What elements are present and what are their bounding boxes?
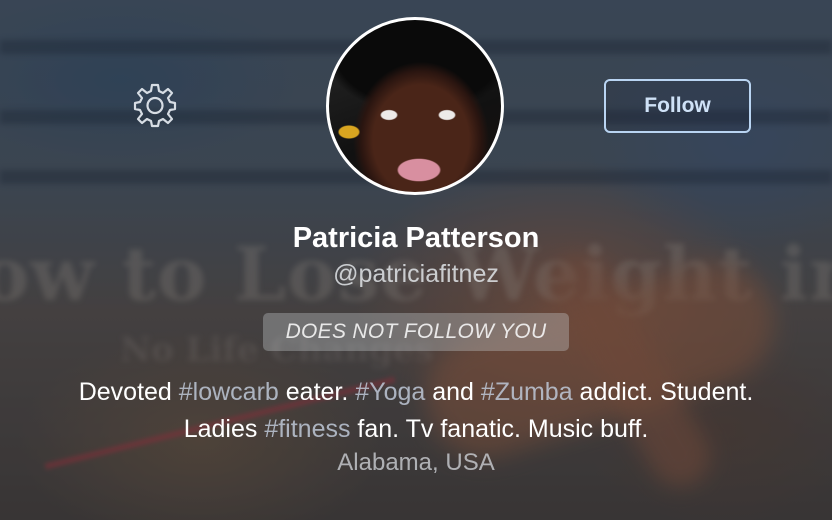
- hashtag-link[interactable]: #Zumba: [481, 378, 573, 406]
- bio-text: fan. Tv fanatic. Music buff.: [350, 415, 649, 443]
- hashtag-link[interactable]: #fitness: [264, 415, 350, 443]
- settings-button[interactable]: [132, 82, 178, 133]
- profile-handle[interactable]: @patriciafitnez: [0, 260, 832, 289]
- bio-text: and: [425, 378, 481, 406]
- bio-line-2: Ladies #fitness fan. Tv fanatic. Music b…: [0, 411, 832, 448]
- follows-you-badge: DOES NOT FOLLOW YOU: [263, 313, 569, 351]
- bio-text: Ladies: [183, 415, 265, 443]
- avatar[interactable]: [326, 17, 504, 195]
- profile-name: Patricia Patterson: [292, 222, 540, 254]
- bio-line-1: Devoted #lowcarb eater. #Yoga and #Zumba…: [0, 374, 832, 411]
- bio-text: Devoted: [78, 378, 179, 406]
- hashtag-link[interactable]: #lowcarb: [179, 378, 279, 406]
- profile-bio: Devoted #lowcarb eater. #Yoga and #Zumba…: [0, 374, 832, 448]
- follow-button[interactable]: Follow: [604, 79, 751, 133]
- gear-icon: [132, 82, 178, 133]
- profile-location: Alabama, USA: [337, 449, 495, 476]
- hashtag-link[interactable]: #Yoga: [355, 378, 425, 406]
- bio-text: addict. Student.: [572, 378, 754, 406]
- bio-text: eater.: [278, 378, 356, 406]
